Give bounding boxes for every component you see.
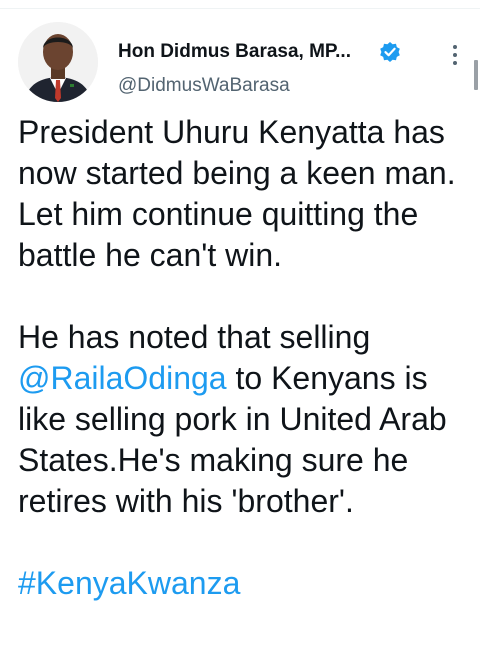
- tweet-paragraph-1: President Uhuru Kenyatta has now started…: [18, 114, 456, 273]
- paragraph-2-text-before: He has noted that selling: [18, 319, 371, 355]
- scrollbar-thumb[interactable]: [474, 60, 478, 90]
- mention-link[interactable]: @RailaOdinga: [18, 360, 227, 396]
- name-row: Hon Didmus Barasa, MP...: [118, 37, 468, 67]
- avatar-photo: [18, 22, 98, 102]
- author-handle[interactable]: @DidmusWaBarasa: [118, 74, 468, 98]
- tweet-header: Hon Didmus Barasa, MP... @DidmusWaBarasa: [118, 37, 468, 98]
- avatar[interactable]: [18, 22, 98, 102]
- display-name[interactable]: Hon Didmus Barasa, MP...: [118, 41, 351, 63]
- tweet-paragraph-2: He has noted that selling @RailaOdinga t…: [18, 317, 470, 522]
- tweet-text: President Uhuru Kenyatta has now started…: [18, 112, 470, 604]
- hashtag-link[interactable]: #KenyaKwanza: [18, 563, 470, 604]
- verified-badge-icon: [379, 41, 401, 63]
- top-divider: [0, 8, 480, 9]
- more-vertical-icon[interactable]: [452, 43, 458, 67]
